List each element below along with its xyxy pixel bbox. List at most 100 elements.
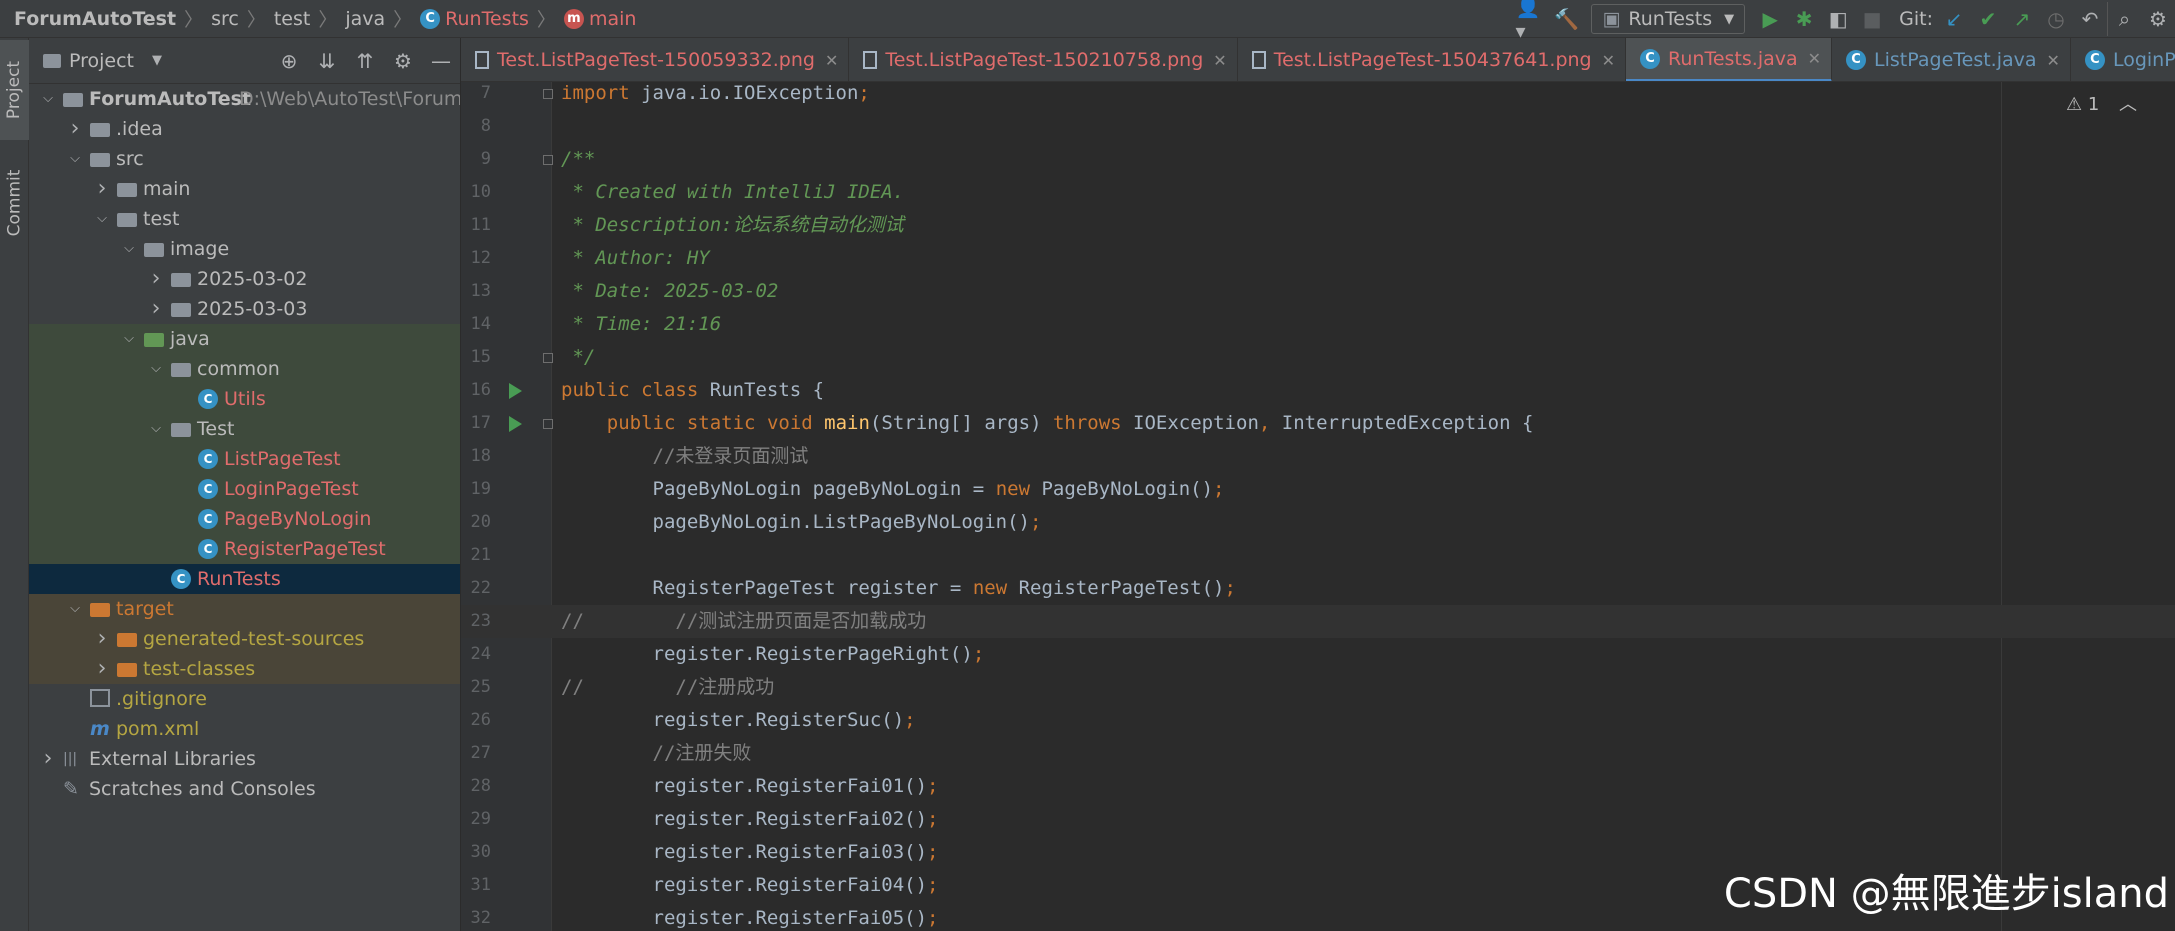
- search-icon[interactable]: ⌕: [2107, 2, 2141, 36]
- run-gutter-icon[interactable]: [509, 416, 522, 432]
- tree-item-test[interactable]: ⌵ Test: [29, 414, 460, 444]
- settings-icon[interactable]: ⚙: [2141, 2, 2175, 36]
- breadcrumb-method[interactable]: main: [589, 8, 636, 30]
- code-line[interactable]: 16 public class RunTests {: [461, 374, 2175, 407]
- breadcrumb-class[interactable]: RunTests: [445, 8, 529, 30]
- code-line[interactable]: 19 PageByNoLogin pageByNoLogin = new Pag…: [461, 473, 2175, 506]
- tree-item-listpagetest[interactable]: C ListPageTest: [29, 444, 460, 474]
- chevron-down-icon[interactable]: ⌵: [41, 84, 55, 114]
- hide-icon[interactable]: —: [422, 44, 460, 78]
- chevron-down-icon[interactable]: ⌵: [68, 594, 82, 624]
- git-update-icon[interactable]: ↙: [1937, 2, 1971, 36]
- close-icon[interactable]: ✕: [1602, 51, 1615, 70]
- editor-tab[interactable]: C RunTests.java ✕: [1626, 38, 1833, 81]
- chevron-right-icon[interactable]: ›: [95, 654, 109, 684]
- code-line[interactable]: 21: [461, 539, 2175, 572]
- chevron-right-icon[interactable]: ›: [68, 114, 82, 144]
- tree-item-test-classes[interactable]: › test-classes: [29, 654, 460, 684]
- tree-item-test[interactable]: ⌵ test: [29, 204, 460, 234]
- breadcrumb-project[interactable]: ForumAutoTest: [14, 8, 176, 30]
- fold-icon[interactable]: [543, 353, 553, 363]
- history-icon[interactable]: ◷: [2039, 2, 2073, 36]
- editor-tab[interactable]: Test.ListPageTest-150059332.png ✕: [461, 38, 850, 81]
- chevron-right-icon[interactable]: ›: [95, 624, 109, 654]
- fold-icon[interactable]: [543, 89, 553, 99]
- tree-item-target[interactable]: ⌵ target: [29, 594, 460, 624]
- chevron-right-icon[interactable]: ›: [41, 744, 55, 774]
- code-line[interactable]: 15 */: [461, 341, 2175, 374]
- tree-item-scratches-and-consoles[interactable]: ✎ Scratches and Consoles: [29, 774, 460, 804]
- breadcrumb-test[interactable]: test: [274, 8, 311, 30]
- tree-item-generated-test-sources[interactable]: › generated-test-sources: [29, 624, 460, 654]
- breadcrumb-src[interactable]: src: [211, 8, 239, 30]
- close-icon[interactable]: ✕: [1808, 49, 1821, 68]
- code-line[interactable]: 24 register.RegisterPageRight();: [461, 638, 2175, 671]
- expand-all-icon[interactable]: ⇊: [308, 44, 346, 78]
- tree-item-pom-xml[interactable]: m pom.xml: [29, 714, 460, 744]
- code-line[interactable]: 20 pageByNoLogin.ListPageByNoLogin();: [461, 506, 2175, 539]
- tree-item-registerpagetest[interactable]: C RegisterPageTest: [29, 534, 460, 564]
- code-line[interactable]: 10 * Created with IntelliJ IDEA.: [461, 176, 2175, 209]
- code-line[interactable]: 8: [461, 110, 2175, 143]
- code-line[interactable]: 12 * Author: HY: [461, 242, 2175, 275]
- code-line[interactable]: 14 * Time: 21:16: [461, 308, 2175, 341]
- editor-tab[interactable]: Test.ListPageTest-150437641.png ✕: [1238, 38, 1627, 81]
- run-configuration-select[interactable]: ▣ RunTests ▼: [1591, 4, 1746, 34]
- git-push-icon[interactable]: ↗: [2005, 2, 2039, 36]
- close-icon[interactable]: ✕: [825, 51, 838, 70]
- tree-item-gitignore[interactable]: .gitignore: [29, 684, 460, 714]
- commit-tool-tab[interactable]: Commit: [0, 153, 29, 253]
- close-icon[interactable]: ✕: [1213, 51, 1226, 70]
- fold-icon[interactable]: [543, 155, 553, 165]
- tree-item-image[interactable]: ⌵ image: [29, 234, 460, 264]
- code-line[interactable]: 29 register.RegisterFai02();: [461, 803, 2175, 836]
- close-icon[interactable]: ✕: [2047, 51, 2060, 70]
- user-icon[interactable]: 👤▾: [1515, 0, 1549, 43]
- chevron-right-icon[interactable]: ›: [95, 174, 109, 204]
- chevron-down-icon[interactable]: ⌵: [68, 144, 82, 174]
- code-line[interactable]: 23 // //测试注册页面是否加载成功: [461, 605, 2175, 638]
- code-line[interactable]: 9 /**: [461, 143, 2175, 176]
- tree-item-2025-03-02[interactable]: › 2025-03-02: [29, 264, 460, 294]
- tree-item-main[interactable]: › main: [29, 174, 460, 204]
- breadcrumb-java[interactable]: java: [345, 8, 385, 30]
- stop-icon[interactable]: ■: [1855, 2, 1889, 36]
- code-line[interactable]: 26 register.RegisterSuc();: [461, 704, 2175, 737]
- tree-item-idea[interactable]: › .idea: [29, 114, 460, 144]
- code-line[interactable]: 11 * Description:论坛系统自动化测试: [461, 209, 2175, 242]
- chevron-down-icon[interactable]: ⌵: [149, 414, 163, 444]
- tree-item-utils[interactable]: C Utils: [29, 384, 460, 414]
- tree-item-external-libraries[interactable]: › ||| External Libraries: [29, 744, 460, 774]
- chevron-down-icon[interactable]: ⌵: [95, 204, 109, 234]
- tree-item-runtests[interactable]: C RunTests: [29, 564, 460, 594]
- code-editor[interactable]: 7 import java.io.IOException; 8 9 /** 10 * Cr…: [461, 82, 2175, 931]
- chevron-right-icon[interactable]: ›: [149, 264, 163, 294]
- git-commit-icon[interactable]: ✔: [1971, 2, 2005, 36]
- run-icon[interactable]: ▶: [1753, 2, 1787, 36]
- project-tool-tab[interactable]: Project: [0, 40, 29, 140]
- project-panel-title[interactable]: Project: [69, 50, 134, 72]
- tree-item-forumautotest[interactable]: ⌵ ForumAutoTest D:\Web\AutoTest\Forum: [29, 84, 460, 114]
- tree-item-pagebynologin[interactable]: C PageByNoLogin: [29, 504, 460, 534]
- tree-item-2025-03-03[interactable]: › 2025-03-03: [29, 294, 460, 324]
- rollback-icon[interactable]: ↶: [2073, 2, 2107, 36]
- code-line[interactable]: 7 import java.io.IOException;: [461, 82, 2175, 110]
- code-line[interactable]: 28 register.RegisterFai01();: [461, 770, 2175, 803]
- tree-item-loginpagetest[interactable]: C LoginPageTest: [29, 474, 460, 504]
- chevron-down-icon[interactable]: ⌵: [122, 324, 136, 354]
- tree-item-java[interactable]: ⌵ java: [29, 324, 460, 354]
- code-line[interactable]: 18 //未登录页面测试: [461, 440, 2175, 473]
- code-line[interactable]: 27 //注册失败: [461, 737, 2175, 770]
- chevron-right-icon[interactable]: ›: [149, 294, 163, 324]
- tree-item-src[interactable]: ⌵ src: [29, 144, 460, 174]
- build-hammer-icon[interactable]: 🔨: [1549, 2, 1583, 36]
- debug-icon[interactable]: ✱: [1787, 2, 1821, 36]
- run-gutter-icon[interactable]: [509, 383, 522, 399]
- code-line[interactable]: 25 // //注册成功: [461, 671, 2175, 704]
- inspection-widget[interactable]: ⚠ 1 ︿: [2066, 90, 2137, 116]
- coverage-icon[interactable]: ◧: [1821, 2, 1855, 36]
- fold-icon[interactable]: [543, 419, 553, 429]
- code-line[interactable]: 13 * Date: 2025-03-02: [461, 275, 2175, 308]
- editor-tab[interactable]: Test.ListPageTest-150210758.png ✕: [849, 38, 1238, 81]
- code-line[interactable]: 17 public static void main(String[] args…: [461, 407, 2175, 440]
